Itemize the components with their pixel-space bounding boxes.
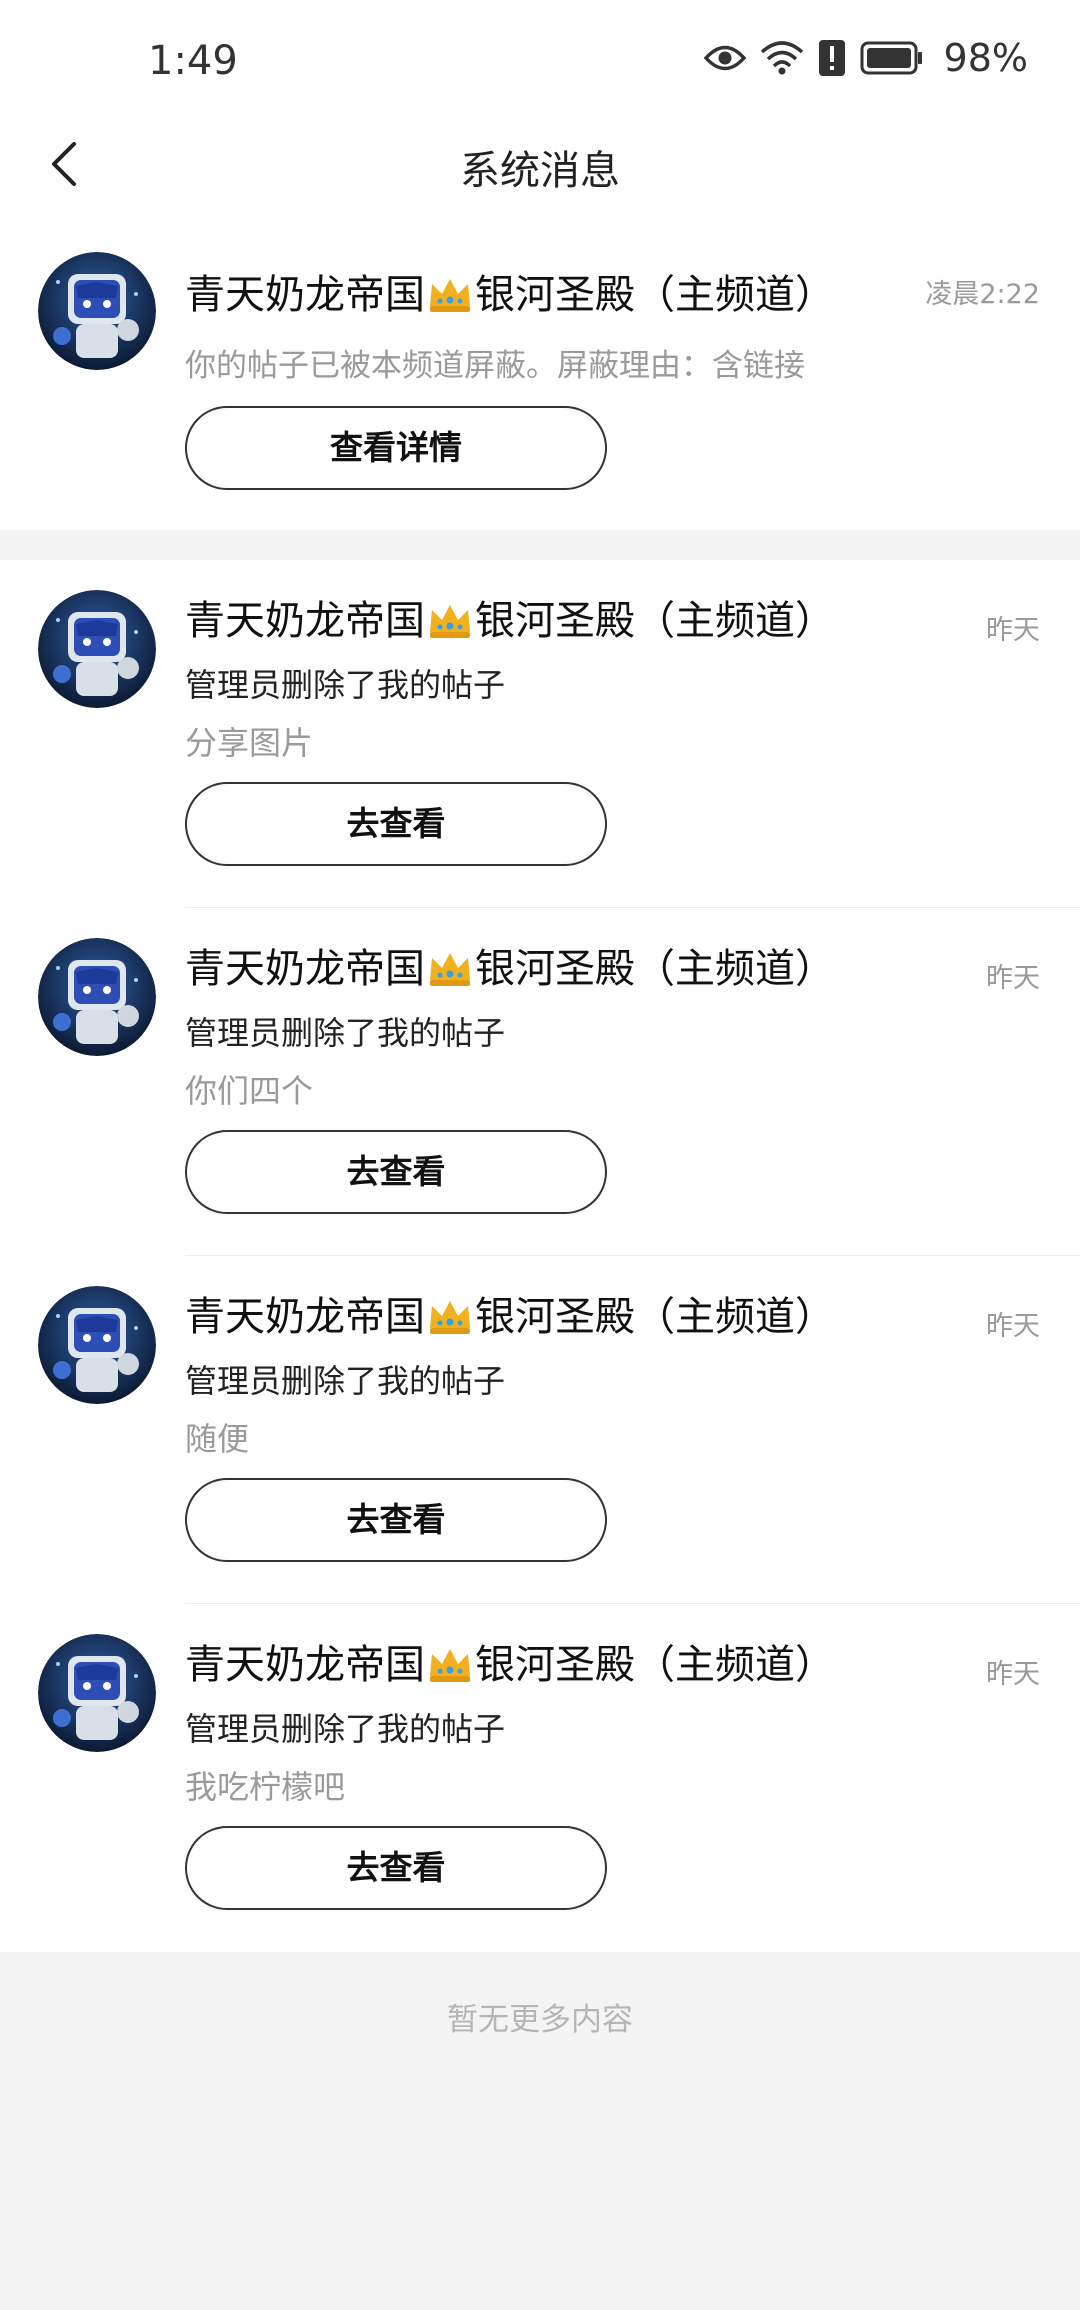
status-icons: 98% [703, 36, 1028, 80]
header: 系统消息 [0, 120, 1080, 210]
eye-icon [703, 43, 746, 73]
alert-icon [818, 39, 846, 77]
no-more-content-label: 暂无更多内容 [447, 2002, 633, 2038]
post-excerpt: 你们四个 [185, 1072, 314, 1110]
sub-channel-name: 银河圣殿（主频道） [475, 272, 835, 318]
message-list: 青天奶龙帝国银河圣殿（主频道） 昨天 管理员删除了我的帖子 分享图片 去查看 [0, 560, 1080, 1952]
battery-percent: 98% [943, 36, 1028, 80]
crown-icon [427, 1646, 473, 1694]
channel-name: 青天奶龙帝国 [185, 598, 425, 644]
post-excerpt: 我吃柠檬吧 [185, 1768, 346, 1806]
crown-icon [427, 1298, 473, 1346]
go-view-button[interactable]: 去查看 [185, 1478, 607, 1562]
screen: 1:49 98% 系统消息 青天奶龙帝国 银河圣殿（主频道） 凌晨2:22 你的… [0, 0, 1080, 2310]
message-time: 昨天 [986, 1659, 1040, 1690]
avatar[interactable] [38, 1634, 156, 1752]
post-excerpt: 分享图片 [185, 724, 314, 762]
message-text: 你的帖子已被本频道屏蔽。屏蔽理由：含链接 [185, 348, 805, 384]
crown-icon [427, 950, 473, 998]
channel-name: 青天奶龙帝国 [185, 946, 425, 992]
message-time: 凌晨2:22 [925, 279, 1040, 310]
message-text: 管理员删除了我的帖子 [185, 666, 506, 704]
status-bar: 1:49 98% [0, 0, 1080, 120]
channel-name: 青天奶龙帝国 [185, 1294, 425, 1340]
crown-icon [427, 276, 473, 324]
status-time: 1:49 [148, 38, 238, 84]
message-text: 管理员删除了我的帖子 [185, 1710, 506, 1748]
go-view-button[interactable]: 去查看 [185, 782, 607, 866]
crown-icon [427, 602, 473, 650]
message-title: 青天奶龙帝国 银河圣殿（主频道） [185, 1284, 835, 1346]
page-title: 系统消息 [460, 148, 620, 194]
avatar[interactable] [38, 252, 156, 370]
wifi-icon [760, 40, 804, 76]
message-title: 青天奶龙帝国 银河圣殿（主频道） [185, 936, 835, 998]
channel-name: 青天奶龙帝国 [185, 272, 425, 318]
view-details-button[interactable]: 查看详情 [185, 406, 607, 490]
message-item[interactable]: 青天奶龙帝国 银河圣殿（主频道） 昨天 管理员删除了我的帖子 随便 去查看 [0, 1256, 1080, 1604]
battery-icon [860, 41, 924, 75]
avatar[interactable] [38, 1286, 156, 1404]
post-excerpt: 随便 [185, 1420, 250, 1458]
message-item[interactable]: 青天奶龙帝国 银河圣殿（主频道） 昨天 管理员删除了我的帖子 我吃柠檬吧 去查看 [0, 1604, 1080, 1952]
message-title: 青天奶龙帝国 银河圣殿（主频道） [185, 262, 835, 324]
sub-channel-name: 银河圣殿（主频道） [475, 1294, 835, 1340]
message-item[interactable]: 青天奶龙帝国 银河圣殿（主频道） 昨天 管理员删除了我的帖子 你们四个 去查看 [0, 908, 1080, 1256]
channel-name: 青天奶龙帝国 [185, 1642, 425, 1688]
message-title: 青天奶龙帝国 银河圣殿（主频道） [185, 1632, 835, 1694]
message-item[interactable]: 青天奶龙帝国 银河圣殿（主频道） 昨天 管理员删除了我的帖子 分享图片 去查看 [0, 560, 1080, 908]
sub-channel-name: 银河圣殿（主频道） [475, 1642, 835, 1688]
sub-channel-name: 银河圣殿（主频道） [475, 946, 835, 992]
sub-channel-name: 银河圣殿（主频道） [475, 598, 835, 644]
message-text: 管理员删除了我的帖子 [185, 1014, 506, 1052]
message-time: 昨天 [986, 963, 1040, 994]
message-card: 青天奶龙帝国 银河圣殿（主频道） 凌晨2:22 你的帖子已被本频道屏蔽。屏蔽理由：… [0, 210, 1080, 530]
go-view-button[interactable]: 去查看 [185, 1826, 607, 1910]
message-title: 青天奶龙帝国 银河圣殿（主频道） [185, 588, 835, 650]
avatar[interactable] [38, 938, 156, 1056]
message-time: 昨天 [986, 615, 1040, 646]
message-text: 管理员删除了我的帖子 [185, 1362, 506, 1400]
go-view-button[interactable]: 去查看 [185, 1130, 607, 1214]
message-time: 昨天 [986, 1311, 1040, 1342]
avatar[interactable] [38, 590, 156, 708]
